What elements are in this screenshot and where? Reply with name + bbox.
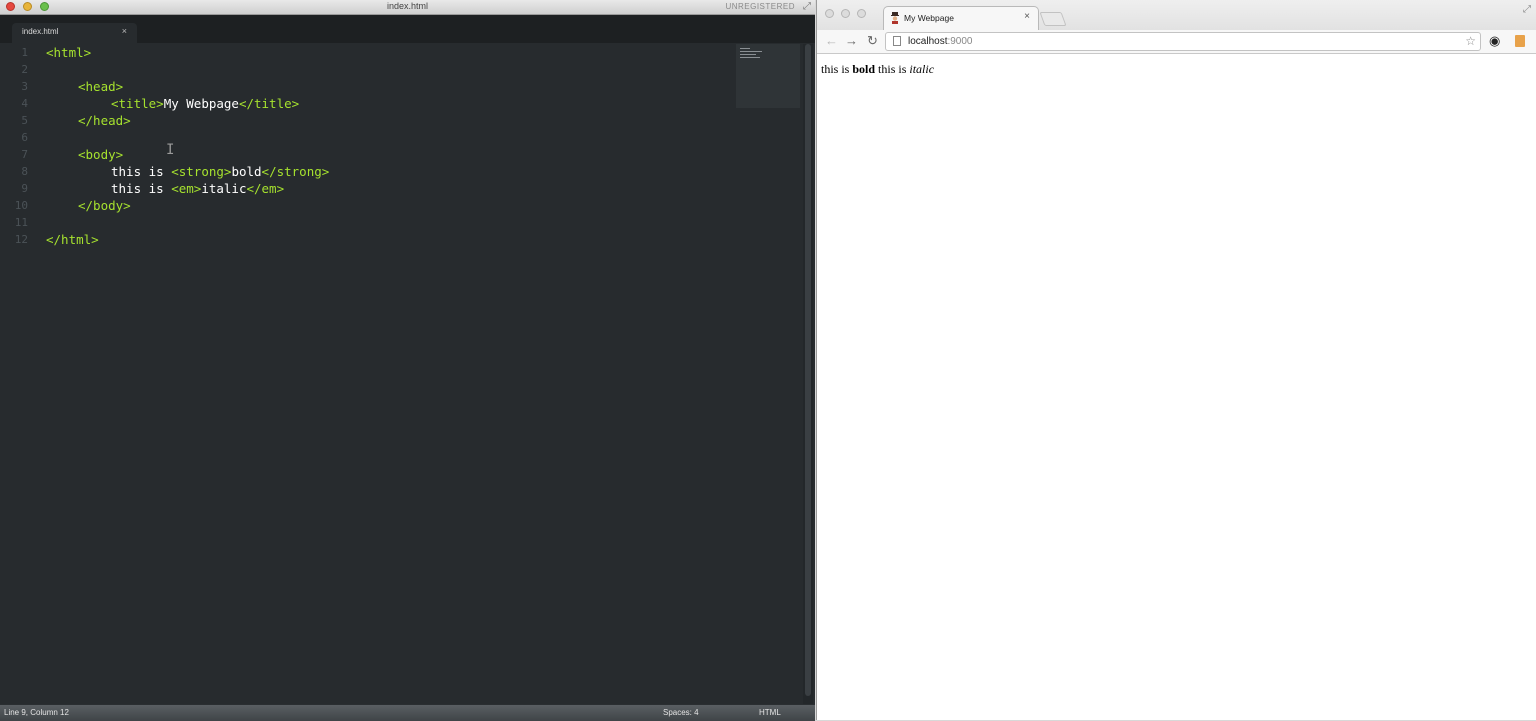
- code-line-8: this is <strong>bold</strong>: [111, 163, 329, 180]
- content-italic: italic: [909, 62, 935, 76]
- minimap-preview: [740, 48, 764, 64]
- window-minimize-button[interactable]: [841, 9, 850, 18]
- tab-label: index.html: [22, 27, 59, 36]
- extension-icon-2[interactable]: [1515, 35, 1525, 47]
- window-zoom-button[interactable]: [857, 9, 866, 18]
- browser-window: My Webpage × ⤢ ← → ↻ localhost:9000 ☆ ◉ …: [816, 0, 1536, 720]
- forward-arrow-icon[interactable]: →: [845, 33, 858, 49]
- code-token: </html>: [46, 232, 99, 247]
- url-host: localhost: [908, 36, 948, 47]
- content-bold: bold: [852, 62, 876, 76]
- page-content: this is bold this is italic: [821, 62, 934, 77]
- code-line-4: <title>My Webpage</title>: [111, 95, 299, 112]
- url-text: localhost:9000: [908, 36, 973, 47]
- editor-tab-bar: index.html ×: [0, 15, 815, 43]
- content-text: this is: [821, 62, 853, 76]
- editor-scrollbar[interactable]: [803, 44, 813, 704]
- line-number: 7: [21, 148, 28, 161]
- tab-close-icon[interactable]: ×: [122, 26, 127, 36]
- code-token: italic: [201, 181, 247, 196]
- code-token: </title>: [238, 96, 300, 111]
- code-token: </body>: [78, 198, 131, 213]
- line-number: 9: [21, 182, 28, 195]
- reload-icon[interactable]: ↻: [867, 33, 878, 49]
- line-number: 5: [21, 114, 28, 127]
- code-token: <html>: [46, 45, 92, 60]
- line-number: 8: [21, 165, 28, 178]
- code-token: <title>: [111, 96, 164, 111]
- minimap[interactable]: [736, 44, 800, 108]
- syntax-mode[interactable]: HTML: [759, 708, 781, 717]
- line-number: 11: [14, 216, 28, 229]
- window-close-button[interactable]: [825, 9, 834, 18]
- line-number: 10: [14, 199, 28, 212]
- cursor-position: Line 9, Column 12: [4, 708, 69, 717]
- fullscreen-icon[interactable]: ⤢: [1523, 4, 1531, 15]
- code-line-1: <html>: [46, 44, 91, 61]
- code-token: <em>: [171, 181, 202, 196]
- code-token: <strong>: [171, 164, 232, 179]
- content-text: this is: [875, 62, 910, 76]
- code-editor-window: index.html UNREGISTERED ⤢ index.html × 1…: [0, 0, 815, 721]
- browser-tab[interactable]: My Webpage ×: [883, 6, 1039, 30]
- browser-tab-strip: My Webpage × ⤢: [817, 0, 1536, 30]
- line-number: 4: [21, 97, 28, 110]
- line-number: 6: [21, 131, 28, 144]
- code-token: this is: [111, 164, 172, 179]
- editor-titlebar: index.html UNREGISTERED ⤢: [0, 0, 815, 15]
- editor-status-bar: Line 9, Column 12 Spaces: 4 HTML: [0, 704, 815, 721]
- code-line-5: </head>: [78, 112, 131, 129]
- address-bar[interactable]: localhost:9000 ☆: [885, 32, 1481, 51]
- unregistered-label: UNREGISTERED: [725, 2, 795, 11]
- code-token: this is: [111, 181, 172, 196]
- line-number: 12: [14, 233, 28, 246]
- new-tab-button[interactable]: [1039, 12, 1067, 26]
- code-line-3: <head>: [78, 78, 123, 95]
- line-number-gutter: 1 2 3 4 5 6 7 8 9 10 11 12: [0, 44, 34, 644]
- tab-close-icon[interactable]: ×: [1024, 11, 1030, 22]
- browser-tab-title: My Webpage: [904, 13, 954, 23]
- indentation-setting[interactable]: Spaces: 4: [663, 708, 699, 717]
- code-line-12: </html>: [46, 231, 99, 248]
- favicon-icon: [891, 12, 899, 24]
- url-port: :9000: [947, 36, 973, 47]
- code-token: <body>: [78, 147, 124, 162]
- code-line-10: </body>: [78, 197, 131, 214]
- scrollbar-thumb[interactable]: [805, 44, 811, 696]
- code-token: My Webpage: [163, 96, 239, 111]
- browser-toolbar: ← → ↻ localhost:9000 ☆ ◉: [817, 30, 1536, 54]
- back-arrow-icon[interactable]: ←: [825, 33, 838, 49]
- line-number: 3: [21, 80, 28, 93]
- line-number: 1: [21, 46, 28, 59]
- code-token: <head>: [78, 79, 124, 94]
- code-line-9: this is <em>italic</em>: [111, 180, 284, 197]
- code-token: </em>: [246, 181, 285, 196]
- fullscreen-icon[interactable]: ⤢: [803, 1, 811, 12]
- code-line-7: <body>: [78, 146, 123, 163]
- extension-icon[interactable]: ◉: [1489, 33, 1500, 49]
- tab-index-html[interactable]: index.html ×: [12, 23, 137, 43]
- editor-window-title: index.html: [386, 1, 429, 11]
- line-number: 2: [21, 63, 28, 76]
- page-icon: [893, 36, 901, 46]
- bookmark-star-icon[interactable]: ☆: [1465, 34, 1476, 48]
- text-cursor-icon: I: [166, 142, 175, 158]
- code-token: bold: [231, 164, 262, 179]
- code-token: </head>: [78, 113, 131, 128]
- code-token: </strong>: [261, 164, 330, 179]
